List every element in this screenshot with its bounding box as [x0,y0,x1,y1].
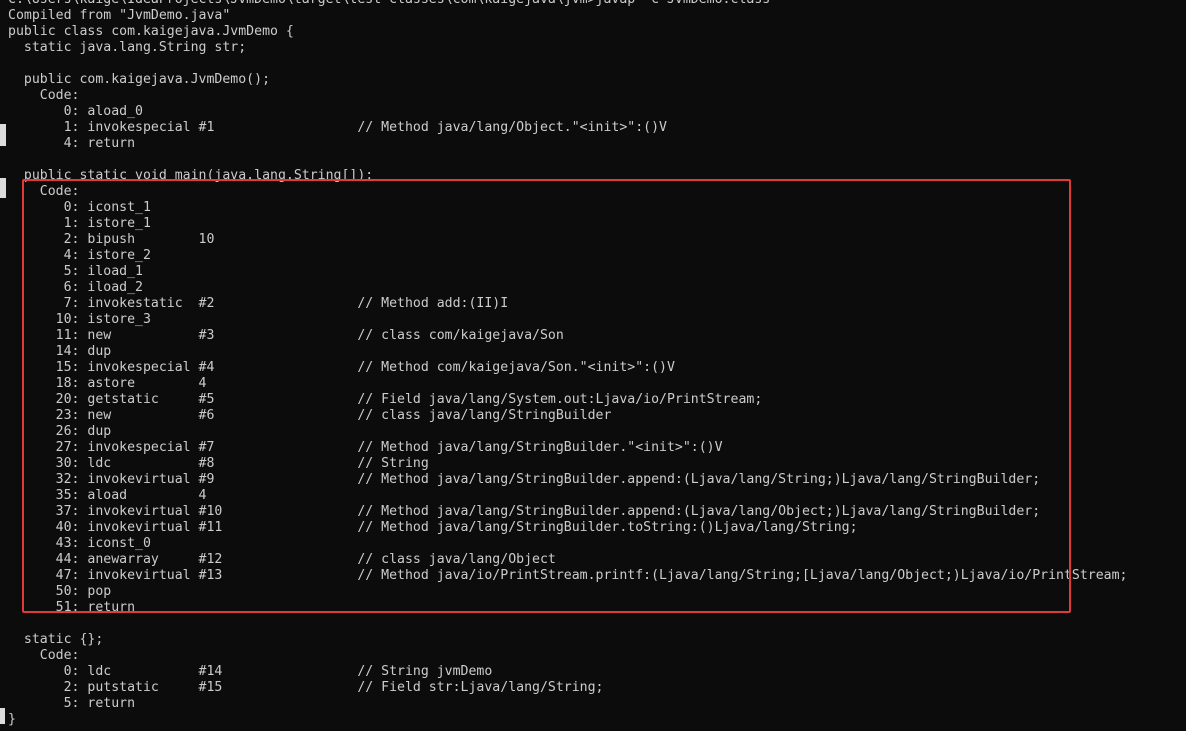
console-line: public static void main(java.lang.String… [8,168,374,183]
console-line: 2: putstatic #15 // Field str:Ljava/lang… [8,680,604,695]
console-line: 0: ldc #14 // String jvmDemo [8,664,493,679]
console-line: static {}; [8,632,104,647]
console-line: 1: istore_1 [8,216,151,231]
console-line: 0: aload_0 [8,104,143,119]
console-line: C:\Users\kaige\IdeaProjects\JvmDemo\targ… [8,0,1178,8]
console-line: 18: astore 4 [8,376,207,391]
console-line: Compiled from "JvmDemo.java" [8,8,231,23]
console-line: 6: iload_2 [8,280,143,295]
console-line: 7: invokestatic #2 // Method add:(II)I [8,296,509,311]
console-line: 23: new #6 // class java/lang/StringBuil… [8,408,612,423]
console-line: 2: bipush 10 [8,232,215,247]
console-line: 11: new #3 // class com/kaigejava/Son [8,328,564,343]
console-line: public com.kaigejava.JvmDemo(); [8,72,271,87]
left-edge-tab [0,124,6,146]
console-line: 44: anewarray #12 // class java/lang/Obj… [8,552,556,567]
console-line: public class com.kaigejava.JvmDemo { [8,24,294,39]
console-output: C:\Users\kaige\IdeaProjects\JvmDemo\targ… [8,0,1178,728]
console-line: 40: invokevirtual #11 // Method java/lan… [8,520,858,535]
console-line: 37: invokevirtual #10 // Method java/lan… [8,504,1041,519]
console-line: 50: pop [8,584,112,599]
console-line: } [8,712,16,727]
console-line: 15: invokespecial #4 // Method com/kaige… [8,360,675,375]
console-line: 32: invokevirtual #9 // Method java/lang… [8,472,1041,487]
console-line: 4: return [8,136,136,151]
console-line: 26: dup [8,424,112,439]
console-line: 14: dup [8,344,112,359]
console-line: 27: invokespecial #7 // Method java/lang… [8,440,723,455]
console-line: 35: aload 4 [8,488,207,503]
console-line: 5: return [8,696,136,711]
console-line: 20: getstatic #5 // Field java/lang/Syst… [8,392,763,407]
console-line: 51: return [8,600,136,615]
console-line: 5: iload_1 [8,264,143,279]
console-line: static java.lang.String str; [8,40,247,55]
console-line: Code: [8,184,80,199]
console-line: 4: istore_2 [8,248,151,263]
console-line: Code: [8,88,80,103]
console-line: 0: iconst_1 [8,200,151,215]
left-edge-tab [0,178,6,198]
console-line: Code: [8,648,80,663]
left-edge-tab [0,708,5,724]
console-line: 1: invokespecial #1 // Method java/lang/… [8,120,667,135]
console-line: 43: iconst_0 [8,536,151,551]
console-line: 47: invokevirtual #13 // Method java/io/… [8,568,1128,583]
console-line: 10: istore_3 [8,312,151,327]
console-line: 30: ldc #8 // String [8,456,429,471]
console-window[interactable]: C:\Users\kaige\IdeaProjects\JvmDemo\targ… [0,0,1186,731]
